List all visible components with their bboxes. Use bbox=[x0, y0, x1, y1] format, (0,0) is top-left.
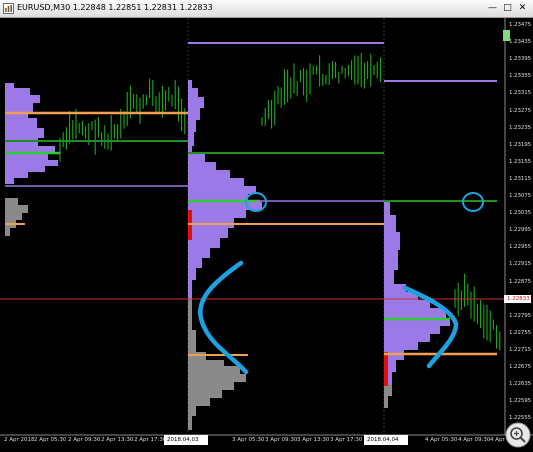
price-tick-label: 1.23195 bbox=[509, 141, 532, 148]
time-tick-label: 2 Apr 13:30 bbox=[101, 437, 134, 443]
chart-window-icon bbox=[3, 3, 14, 14]
price-tick-label: 1.23235 bbox=[509, 124, 532, 131]
price-tick-label: 1.23435 bbox=[509, 39, 532, 46]
time-tick-label: 4 Apr 05:30 bbox=[425, 437, 458, 443]
price-tick-label: 1.22715 bbox=[509, 346, 532, 353]
price-tick-label: 1.23155 bbox=[509, 158, 532, 165]
time-tick-label: 2 Apr 05:30 bbox=[34, 437, 67, 443]
session-date-label: 2018.04.04 00:30 bbox=[364, 435, 408, 452]
hand-drawn-annotations bbox=[198, 192, 484, 375]
time-tick-label: 3 Apr 09:30 bbox=[265, 437, 298, 443]
time-tick-label: 4 Apr 09:30 bbox=[458, 437, 491, 443]
time-tick-label: 2 Apr 2018 bbox=[4, 437, 35, 443]
time-tick-label: 2 Apr 09:30 bbox=[68, 437, 101, 443]
time-tick-label: 3 Apr 13:30 bbox=[297, 437, 330, 443]
price-tick-label: 1.22675 bbox=[509, 364, 532, 370]
price-tick-label: 1.23275 bbox=[509, 107, 532, 114]
bid-price-label: 1.22833 bbox=[504, 295, 531, 303]
price-tick-label: 1.23395 bbox=[509, 56, 532, 63]
price-tick-label: 1.23355 bbox=[509, 73, 532, 80]
window-title-bar[interactable]: EURUSD,M30 1.22848 1.22851 1.22831 1.228… bbox=[0, 0, 533, 18]
time-tick-label: 3 Apr 05:30 bbox=[232, 437, 265, 443]
price-tick-label: 1.23115 bbox=[509, 175, 532, 182]
price-tick-label: 1.22955 bbox=[509, 244, 532, 251]
close-button[interactable]: ✕ bbox=[516, 2, 529, 15]
zoom-icon[interactable] bbox=[504, 421, 532, 449]
price-tick-label: 1.22635 bbox=[509, 381, 532, 388]
price-tick-label: 1.22795 bbox=[509, 312, 532, 319]
price-tick-label: 1.23315 bbox=[509, 90, 532, 97]
price-tick-label: 1.23035 bbox=[509, 210, 532, 217]
volume-profile-day2 bbox=[188, 80, 262, 430]
price-tick-label: 1.22595 bbox=[509, 398, 532, 405]
price-tick-label: 1.22875 bbox=[509, 278, 532, 285]
maximize-button[interactable]: □ bbox=[501, 2, 514, 15]
time-tick-label: 2 Apr 17:30 bbox=[134, 437, 167, 443]
volume-profile-day1 bbox=[5, 83, 58, 236]
price-chart[interactable] bbox=[0, 18, 533, 452]
price-tick-label: 1.23075 bbox=[509, 193, 532, 199]
window-title: EURUSD,M30 1.22848 1.22851 1.22831 1.228… bbox=[17, 3, 213, 12]
session-date-label: 2018.04.03 00:30 bbox=[164, 435, 208, 452]
chart-window: EURUSD,M30 1.22848 1.22851 1.22831 1.228… bbox=[0, 0, 533, 452]
time-tick-label: 3 Apr 17:30 bbox=[330, 437, 363, 443]
price-tick-label: 1.22755 bbox=[509, 329, 532, 336]
price-tick-label: 1.23475 bbox=[509, 22, 532, 28]
minimize-button[interactable]: — bbox=[486, 2, 499, 15]
price-tick-label: 1.22915 bbox=[509, 261, 532, 268]
price-tick-label: 1.22995 bbox=[509, 227, 532, 234]
